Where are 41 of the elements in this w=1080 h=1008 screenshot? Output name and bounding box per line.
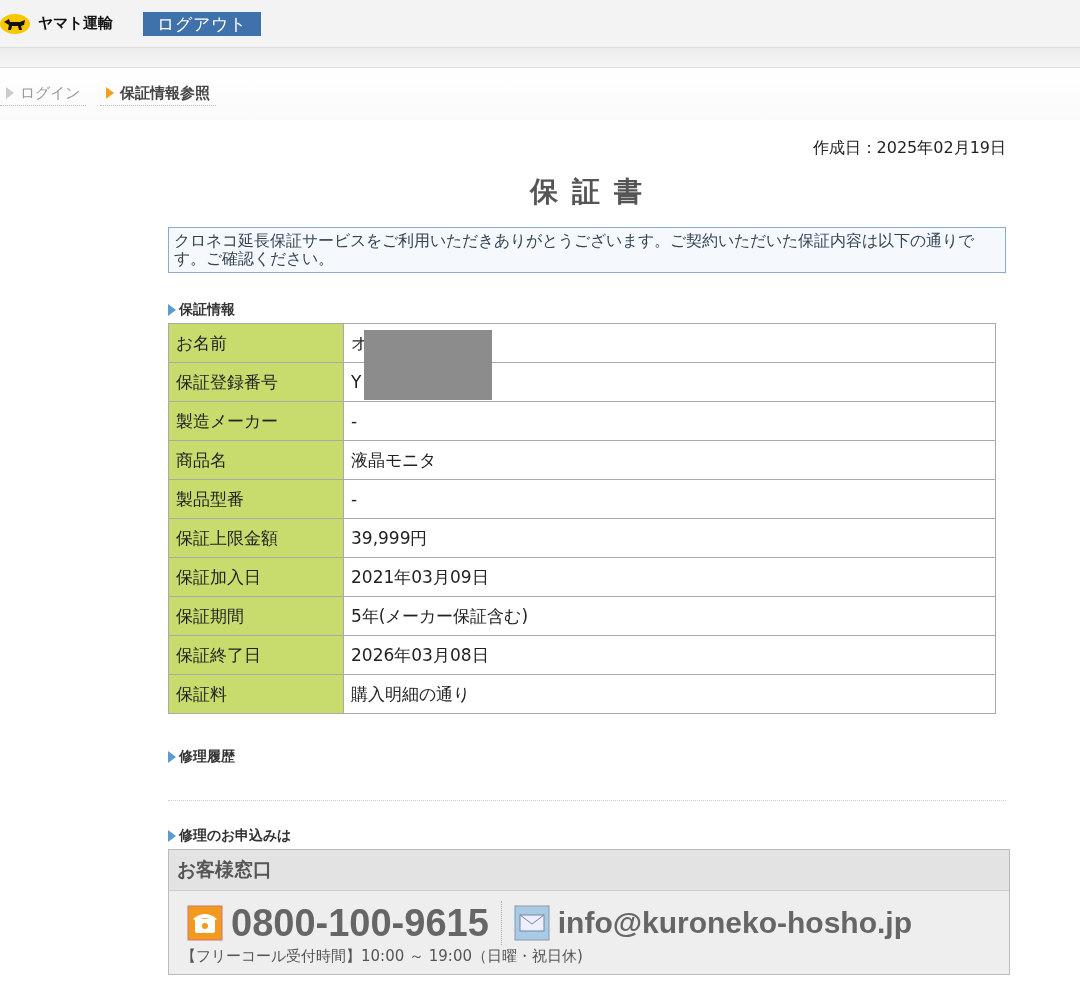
- arrow-icon: [106, 87, 114, 99]
- table-cell: 液晶モニタ: [343, 440, 996, 480]
- table-label: 製品型番: [168, 479, 344, 519]
- table-cell: 購入明細の通り: [343, 674, 996, 714]
- section-heading: 修理のお申込みは: [179, 827, 291, 845]
- table-cell: 2026年03月08日: [343, 635, 996, 675]
- table-cell: -: [343, 479, 996, 519]
- envelope-icon: [513, 905, 550, 941]
- table-label: 保証終了日: [168, 635, 344, 675]
- table-label: 保証上限金額: [168, 518, 344, 558]
- table-label: 保証登録番号: [168, 362, 344, 402]
- contact-title: お客様窓口: [169, 850, 1009, 891]
- table-label: 保証料: [168, 674, 344, 714]
- table-label: 商品名: [168, 440, 344, 480]
- arrow-icon: [168, 304, 176, 316]
- table-cell: 5年(メーカー保証含む): [343, 596, 996, 636]
- table-label: 製造メーカー: [168, 401, 344, 441]
- breadcrumb-item[interactable]: ログイン: [0, 82, 86, 106]
- created-date: 作成日：2025年02月19日: [811, 138, 1006, 159]
- section-heading: 保証情報: [179, 301, 235, 319]
- arrow-icon: [168, 830, 176, 842]
- logout-button[interactable]: ログアウト: [143, 11, 261, 36]
- section-heading: 修理履歴: [179, 748, 235, 766]
- brand-name: ヤマト運輸: [38, 14, 113, 33]
- table-label: 保証加入日: [168, 557, 344, 597]
- table-cell: 39,999円: [343, 518, 996, 558]
- table-label: 保証期間: [168, 596, 344, 636]
- cat-logo-icon: [0, 13, 30, 34]
- phone-icon: [187, 905, 223, 941]
- breadcrumb-item[interactable]: 保証情報参照: [100, 82, 216, 106]
- table-cell: -: [343, 401, 996, 441]
- arrow-icon: [168, 751, 176, 763]
- table-cell: 2021年03月09日: [343, 557, 996, 597]
- email-address: info@kuroneko-hosho.jp: [557, 906, 912, 940]
- hours-text: 【フリーコール受付時間】10:00 ～ 19:00（日曜・祝日休): [180, 946, 584, 967]
- table-label: お名前: [168, 323, 344, 363]
- notice-message: クロネコ延長保証サービスをご利用いただきありがとうございます。ご契約いただいた保証内容は以下の通りです。ご確認ください。: [168, 227, 1006, 273]
- page-title: 保 証 書: [528, 174, 645, 210]
- phone-number: 0800-100-9615: [231, 901, 489, 945]
- arrow-icon: [6, 87, 14, 99]
- table-cell: Y: [343, 362, 996, 402]
